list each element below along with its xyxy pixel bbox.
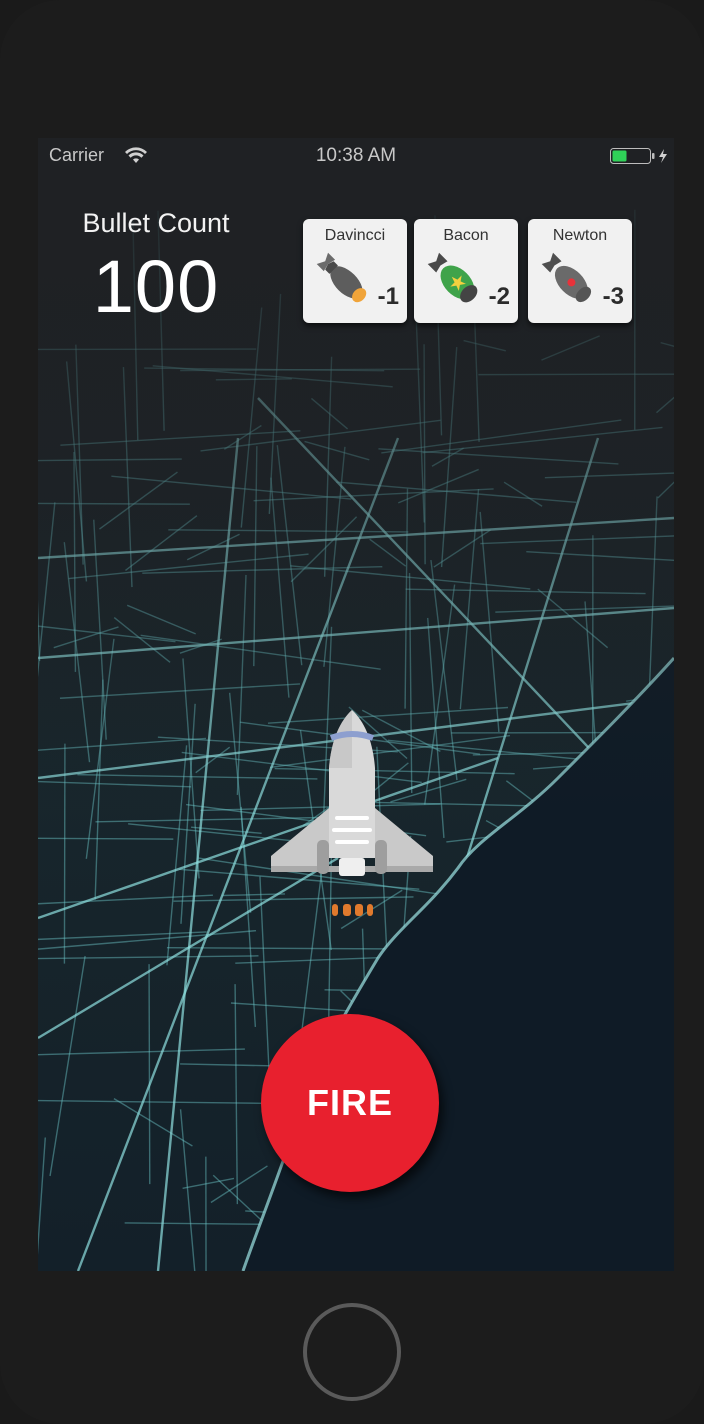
game-screen: Carrier 10:38 AM Bullet Count 100 Davinc… (38, 138, 674, 1271)
weapon-name: Davincci (324, 227, 386, 244)
bomb-red-dot-icon (541, 252, 592, 303)
phone-frame: Carrier 10:38 AM Bullet Count 100 Davinc… (0, 0, 704, 1424)
space-shuttle-icon (271, 710, 433, 916)
weapon-card-newton[interactable]: Newton -3 (528, 219, 632, 323)
weapon-name: Newton (552, 227, 608, 244)
weapon-cost: -1 (377, 283, 399, 310)
status-bar: Carrier 10:38 AM (38, 138, 674, 174)
home-button[interactable] (303, 1303, 401, 1401)
bomb-star-icon (427, 252, 478, 303)
weapon-cost: -2 (488, 283, 510, 310)
bullet-count-value: 100 (92, 245, 220, 328)
weapon-card-bacon[interactable]: Bacon -2 (414, 219, 518, 323)
weapon-cost: -3 (602, 283, 624, 310)
weapon-name: Bacon (443, 227, 489, 244)
bullet-count-label: Bullet Count (82, 208, 230, 238)
bomb-icon (316, 252, 367, 303)
battery-charging-icon (610, 148, 667, 164)
clock-time: 10:38 AM (315, 145, 397, 166)
weapon-card-davincci[interactable]: Davincci -1 (303, 219, 407, 323)
fire-button[interactable]: FIRE (261, 1014, 439, 1192)
